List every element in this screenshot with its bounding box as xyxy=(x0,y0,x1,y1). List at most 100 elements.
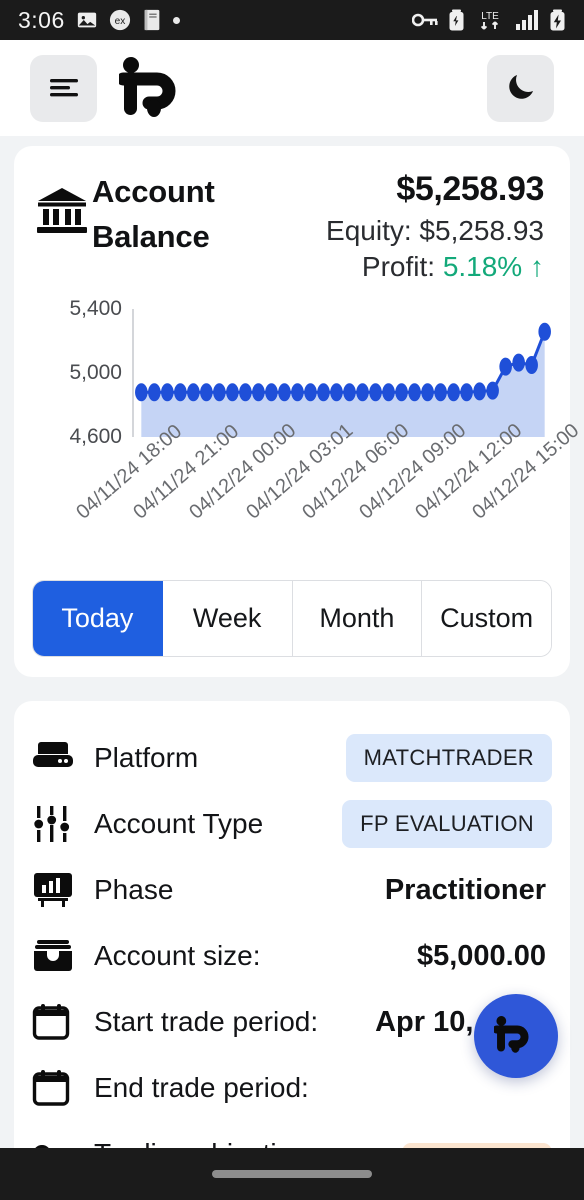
chart-point[interactable] xyxy=(148,383,161,402)
bank-icon xyxy=(32,170,92,236)
detail-badge: MATCHTRADER xyxy=(345,734,552,782)
detail-badge: FP EVALUATION xyxy=(342,800,552,848)
account-details-card: Platform MATCHTRADER Account Type FP EVALUA… xyxy=(14,701,570,1171)
chart-point[interactable] xyxy=(434,383,447,402)
hamburger-menu-button[interactable] xyxy=(30,54,97,122)
ex-badge-icon: ex xyxy=(109,9,131,31)
chart-point[interactable] xyxy=(239,383,252,402)
chart-point[interactable] xyxy=(395,383,408,402)
chart-point[interactable] xyxy=(265,383,278,402)
equity-label: Equity: xyxy=(326,215,412,246)
chart-point[interactable] xyxy=(356,383,369,402)
chart-point[interactable] xyxy=(343,383,356,402)
dark-mode-toggle-button[interactable] xyxy=(487,54,554,122)
svg-text:LTE: LTE xyxy=(481,11,499,22)
detail-value: Practitioner xyxy=(384,873,546,906)
photo-icon xyxy=(76,9,98,31)
chart-point[interactable] xyxy=(304,383,317,402)
detail-row: Account Type FP EVALUATION xyxy=(32,791,552,857)
detail-label: Phase xyxy=(94,874,174,905)
profit-value: 5.18% xyxy=(442,251,523,282)
svg-text:ex: ex xyxy=(114,16,125,27)
chart-point[interactable] xyxy=(330,383,343,402)
chart-y-tick: 4,600 xyxy=(69,425,122,448)
account-balance-card: Account Balance $5,258.93 Equity: $5,258… xyxy=(14,146,583,677)
chart-canvas xyxy=(132,309,552,437)
detail-label: End trade period: xyxy=(94,1072,309,1103)
range-tab-month[interactable]: Month xyxy=(292,581,423,656)
range-tab-custom[interactable]: Custom xyxy=(422,581,551,656)
detail-value: $5,000.00 xyxy=(416,939,546,972)
balance-amount: $5,258.93 xyxy=(396,170,544,208)
chat-fab-button[interactable] xyxy=(474,994,558,1078)
calendar-icon xyxy=(32,1003,94,1041)
chart-y-axis: 5,400 5,000 4,600 xyxy=(36,297,132,448)
detail-row: Platform MATCHTRADER xyxy=(32,725,552,791)
chart-y-tick: 5,000 xyxy=(69,361,122,384)
detail-row: Account size: $5,000.00 xyxy=(32,923,552,989)
time-range-tabs[interactable]: Today Week Month Custom xyxy=(32,580,552,657)
chart-point[interactable] xyxy=(525,356,538,374)
detail-row: Trading objectives xyxy=(32,1121,552,1151)
server-icon xyxy=(32,741,94,775)
chart-point[interactable] xyxy=(161,383,174,402)
dot-icon xyxy=(172,16,180,24)
chart-point[interactable] xyxy=(187,383,200,402)
chart-point[interactable] xyxy=(382,383,395,402)
balance-chart[interactable]: 5,400 5,000 4,600 04/11/24 18:00 04/11/24 2… xyxy=(32,297,583,574)
hamburger-menu-icon xyxy=(48,74,80,103)
chart-point[interactable] xyxy=(200,383,213,402)
chart-point[interactable] xyxy=(278,383,291,402)
range-tab-today[interactable]: Today xyxy=(33,581,163,656)
chart-point[interactable] xyxy=(369,383,382,402)
moon-icon xyxy=(504,70,538,107)
profit-up-arrow-icon: ↑ xyxy=(530,251,544,282)
chart-svg xyxy=(135,322,551,437)
chart-plot-area: 5,400 5,000 4,600 xyxy=(36,297,552,448)
wallet-icon xyxy=(32,938,94,974)
chart-point[interactable] xyxy=(226,383,239,402)
battery-saver-icon xyxy=(448,9,465,31)
profit-row: Profit: 5.18% ↑ xyxy=(326,251,544,283)
chart-point[interactable] xyxy=(538,322,551,341)
chart-point[interactable] xyxy=(512,353,525,372)
chart-point[interactable] xyxy=(486,381,499,400)
presentation-icon xyxy=(32,871,94,909)
detail-row: End trade period: xyxy=(32,1055,552,1121)
chart-point[interactable] xyxy=(421,383,434,402)
fp-logo-icon xyxy=(492,1015,538,1058)
chart-point[interactable] xyxy=(317,383,330,402)
balance-header: Account Balance $5,258.93 Equity: $5,258… xyxy=(32,170,552,283)
detail-label: Start trade period: xyxy=(94,1006,319,1037)
app-header xyxy=(0,40,584,136)
app-screen: 3:06 ex LTE Account Balance $5,258.93 Eq… xyxy=(0,0,584,1200)
lte-data-icon: LTE xyxy=(475,8,505,32)
chart-point[interactable] xyxy=(174,383,187,402)
sliders-icon xyxy=(32,804,94,844)
chart-y-tick: 5,400 xyxy=(69,297,122,320)
fp-logo xyxy=(119,57,191,119)
profit-label: Profit: xyxy=(361,251,436,282)
balance-title: Account Balance xyxy=(92,174,215,254)
chart-point[interactable] xyxy=(408,383,421,402)
chart-point[interactable] xyxy=(473,382,486,401)
chart-point[interactable] xyxy=(291,383,304,402)
chart-point[interactable] xyxy=(135,383,148,402)
status-bar-left: 3:06 ex xyxy=(18,7,180,34)
battery-charging-icon xyxy=(549,9,566,31)
balance-values: $5,258.93 Equity: $5,258.93 Profit: 5.18… xyxy=(326,170,552,283)
chart-x-axis: 04/11/24 18:00 04/11/24 21:00 04/12/24 00:… xyxy=(72,419,583,567)
chart-point[interactable] xyxy=(252,383,265,402)
bible-book-icon xyxy=(142,9,162,31)
gesture-pill[interactable] xyxy=(212,1170,372,1178)
equity-row: Equity: $5,258.93 xyxy=(326,215,544,247)
chart-point[interactable] xyxy=(460,383,473,402)
status-bar: 3:06 ex LTE xyxy=(0,0,584,40)
chart-point[interactable] xyxy=(213,383,226,402)
calendar-icon xyxy=(32,1069,94,1107)
vpn-key-icon xyxy=(412,10,438,30)
chart-line xyxy=(141,332,544,393)
range-tab-week[interactable]: Week xyxy=(162,581,293,656)
chart-point[interactable] xyxy=(499,357,512,376)
chart-point[interactable] xyxy=(447,383,460,402)
